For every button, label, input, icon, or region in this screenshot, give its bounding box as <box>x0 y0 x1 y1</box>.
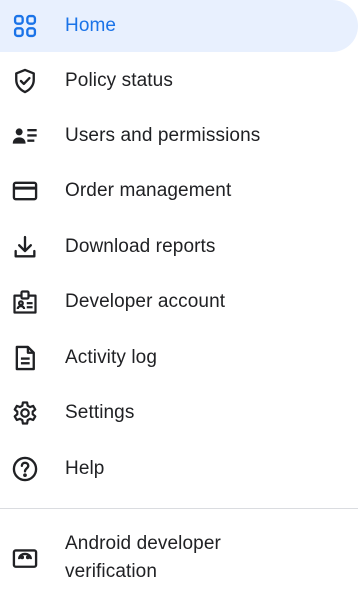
users-icon <box>11 122 39 150</box>
divider <box>0 508 358 509</box>
nav-item-label: Android developer verification <box>65 533 221 582</box>
nav-item-label: Download reports <box>65 236 216 257</box>
gear-icon <box>11 399 39 427</box>
nav-item-label: Settings <box>65 402 135 423</box>
nav-item-home[interactable]: Home <box>0 0 358 52</box>
nav-item-download-reports[interactable]: Download reports <box>0 221 358 273</box>
nav-item-android-developer-verification[interactable]: Android developer verification <box>0 524 358 589</box>
document-icon <box>11 344 39 372</box>
android-icon <box>11 544 39 572</box>
nav-item-label: Order management <box>65 180 232 201</box>
nav-item-developer-account[interactable]: Developer account <box>0 276 358 328</box>
nav-item-activity-log[interactable]: Activity log <box>0 332 358 384</box>
shield-check-icon <box>11 67 39 95</box>
navigation-drawer: Home Policy status Users and permissions <box>0 0 360 589</box>
nav-item-policy-status[interactable]: Policy status <box>0 55 358 107</box>
nav-item-label: Developer account <box>65 291 226 312</box>
nav-item-help[interactable]: Help <box>0 443 358 495</box>
nav-item-label: Users and permissions <box>65 125 261 146</box>
home-grid-icon <box>11 12 39 40</box>
help-icon <box>11 455 39 483</box>
nav-item-label: Activity log <box>65 347 158 368</box>
nav-item-users-and-permissions[interactable]: Users and permissions <box>0 110 358 162</box>
nav-item-order-management[interactable]: Order management <box>0 165 358 217</box>
credit-card-icon <box>11 177 39 205</box>
nav-item-label: Policy status <box>65 70 173 91</box>
nav-item-label: Help <box>65 458 105 479</box>
download-icon <box>11 233 39 261</box>
nav-item-settings[interactable]: Settings <box>0 387 358 439</box>
nav-item-label: Home <box>65 15 117 36</box>
badge-icon <box>11 288 39 316</box>
